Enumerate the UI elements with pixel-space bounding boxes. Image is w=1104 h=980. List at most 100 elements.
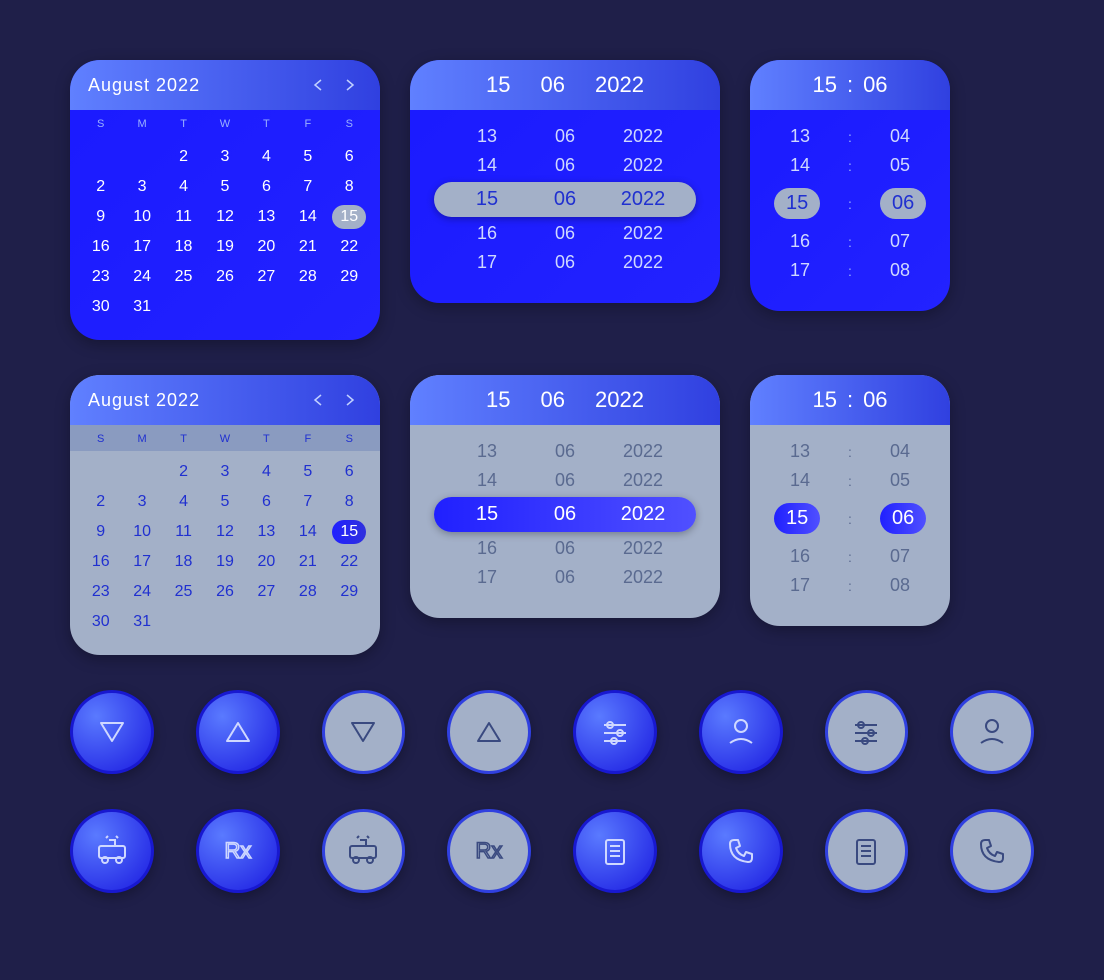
calendar-day[interactable]: 9	[80, 517, 121, 547]
calendar-day[interactable]: 2	[80, 487, 121, 517]
time-picker-wheel[interactable]: 13:0414:0515:0616:0717:08	[750, 425, 950, 608]
calendar-day[interactable]: 22	[329, 232, 370, 262]
time-option[interactable]: 17:08	[770, 571, 930, 600]
user-icon-button[interactable]	[950, 690, 1034, 774]
calendar-day[interactable]: 5	[204, 487, 245, 517]
calendar-day[interactable]: 2	[80, 172, 121, 202]
document-icon-button[interactable]	[825, 809, 909, 893]
rx-icon-button[interactable]	[196, 809, 280, 893]
calendar-day[interactable]: 17	[121, 232, 162, 262]
sliders-icon-button[interactable]	[825, 690, 909, 774]
calendar-day[interactable]: 13	[246, 202, 287, 232]
calendar-day[interactable]	[163, 607, 204, 637]
date-picker-wheel[interactable]: 1306202214062022150620221606202217062022	[410, 110, 720, 285]
calendar-day[interactable]: 31	[121, 292, 162, 322]
calendar-day[interactable]: 18	[163, 232, 204, 262]
calendar-day[interactable]: 6	[246, 172, 287, 202]
calendar-day[interactable]	[204, 292, 245, 322]
triangle-up-icon-button[interactable]	[196, 690, 280, 774]
ambulance-icon-button[interactable]	[322, 809, 406, 893]
date-option[interactable]: 16062022	[430, 534, 700, 563]
calendar-day[interactable]	[204, 607, 245, 637]
calendar-day[interactable]: 5	[287, 142, 328, 172]
date-option[interactable]: 14062022	[430, 466, 700, 495]
date-option[interactable]: 17062022	[430, 248, 700, 277]
calendar-day[interactable]: 20	[246, 547, 287, 577]
time-option[interactable]: 16:07	[770, 542, 930, 571]
calendar-day[interactable]: 27	[246, 262, 287, 292]
calendar-day[interactable]	[287, 292, 328, 322]
calendar-day[interactable]	[121, 457, 162, 487]
time-picker-wheel[interactable]: 13:0414:0515:0616:0717:08	[750, 110, 950, 293]
calendar-day[interactable]: 2	[163, 142, 204, 172]
calendar-day[interactable]: 21	[287, 547, 328, 577]
calendar-day[interactable]: 8	[329, 487, 370, 517]
calendar-day[interactable]: 4	[163, 172, 204, 202]
calendar-day[interactable]: 25	[163, 262, 204, 292]
calendar-day[interactable]: 30	[80, 292, 121, 322]
calendar-day[interactable]: 17	[121, 547, 162, 577]
date-option[interactable]: 17062022	[430, 563, 700, 592]
calendar-day[interactable]: 4	[163, 487, 204, 517]
calendar-prev-button[interactable]	[306, 388, 330, 412]
time-option[interactable]: 13:04	[770, 122, 930, 151]
time-option[interactable]: 13:04	[770, 437, 930, 466]
sliders-icon-button[interactable]	[573, 690, 657, 774]
calendar-day[interactable]: 6	[329, 142, 370, 172]
date-option[interactable]: 13062022	[430, 437, 700, 466]
calendar-day[interactable]: 7	[287, 172, 328, 202]
calendar-day[interactable]: 20	[246, 232, 287, 262]
date-option[interactable]: 13062022	[430, 122, 700, 151]
date-picker-wheel[interactable]: 1306202214062022150620221606202217062022	[410, 425, 720, 600]
calendar-day[interactable]: 24	[121, 262, 162, 292]
date-option[interactable]: 15062022	[434, 497, 696, 532]
calendar-day[interactable]	[329, 292, 370, 322]
calendar-day[interactable]: 19	[204, 232, 245, 262]
time-option[interactable]: 14:05	[770, 151, 930, 180]
calendar-day[interactable]: 7	[287, 487, 328, 517]
calendar-day[interactable]	[121, 142, 162, 172]
calendar-day[interactable]	[246, 292, 287, 322]
calendar-day[interactable]: 13	[246, 517, 287, 547]
calendar-day[interactable]: 6	[246, 487, 287, 517]
calendar-day[interactable]: 22	[329, 547, 370, 577]
calendar-day[interactable]	[246, 607, 287, 637]
calendar-day[interactable]: 6	[329, 457, 370, 487]
time-option[interactable]: 14:05	[770, 466, 930, 495]
calendar-day[interactable]: 14	[287, 517, 328, 547]
calendar-day[interactable]	[80, 142, 121, 172]
time-option[interactable]: 17:08	[770, 256, 930, 285]
calendar-day[interactable]: 4	[246, 457, 287, 487]
calendar-day[interactable]: 29	[329, 262, 370, 292]
time-option[interactable]: 15:06	[774, 497, 926, 540]
calendar-next-button[interactable]	[338, 73, 362, 97]
time-option[interactable]: 15:06	[774, 182, 926, 225]
triangle-down-icon-button[interactable]	[322, 690, 406, 774]
calendar-day[interactable]: 10	[121, 202, 162, 232]
calendar-day[interactable]	[163, 292, 204, 322]
calendar-day[interactable]: 23	[80, 577, 121, 607]
rx-icon-button[interactable]	[447, 809, 531, 893]
calendar-day[interactable]: 25	[163, 577, 204, 607]
calendar-day[interactable]: 19	[204, 547, 245, 577]
calendar-day[interactable]: 23	[80, 262, 121, 292]
phone-icon-button[interactable]	[950, 809, 1034, 893]
date-option[interactable]: 14062022	[430, 151, 700, 180]
calendar-day[interactable]	[329, 607, 370, 637]
user-icon-button[interactable]	[699, 690, 783, 774]
calendar-day[interactable]: 28	[287, 577, 328, 607]
calendar-day[interactable]: 21	[287, 232, 328, 262]
calendar-day[interactable]: 30	[80, 607, 121, 637]
calendar-day[interactable]: 16	[80, 547, 121, 577]
calendar-day[interactable]: 28	[287, 262, 328, 292]
calendar-day[interactable]: 12	[204, 202, 245, 232]
calendar-day[interactable]: 15	[329, 517, 370, 547]
calendar-day[interactable]: 9	[80, 202, 121, 232]
calendar-day[interactable]: 3	[204, 457, 245, 487]
triangle-down-icon-button[interactable]	[70, 690, 154, 774]
calendar-day[interactable]: 29	[329, 577, 370, 607]
calendar-day[interactable]: 11	[163, 517, 204, 547]
time-option[interactable]: 16:07	[770, 227, 930, 256]
ambulance-icon-button[interactable]	[70, 809, 154, 893]
calendar-day[interactable]: 26	[204, 577, 245, 607]
